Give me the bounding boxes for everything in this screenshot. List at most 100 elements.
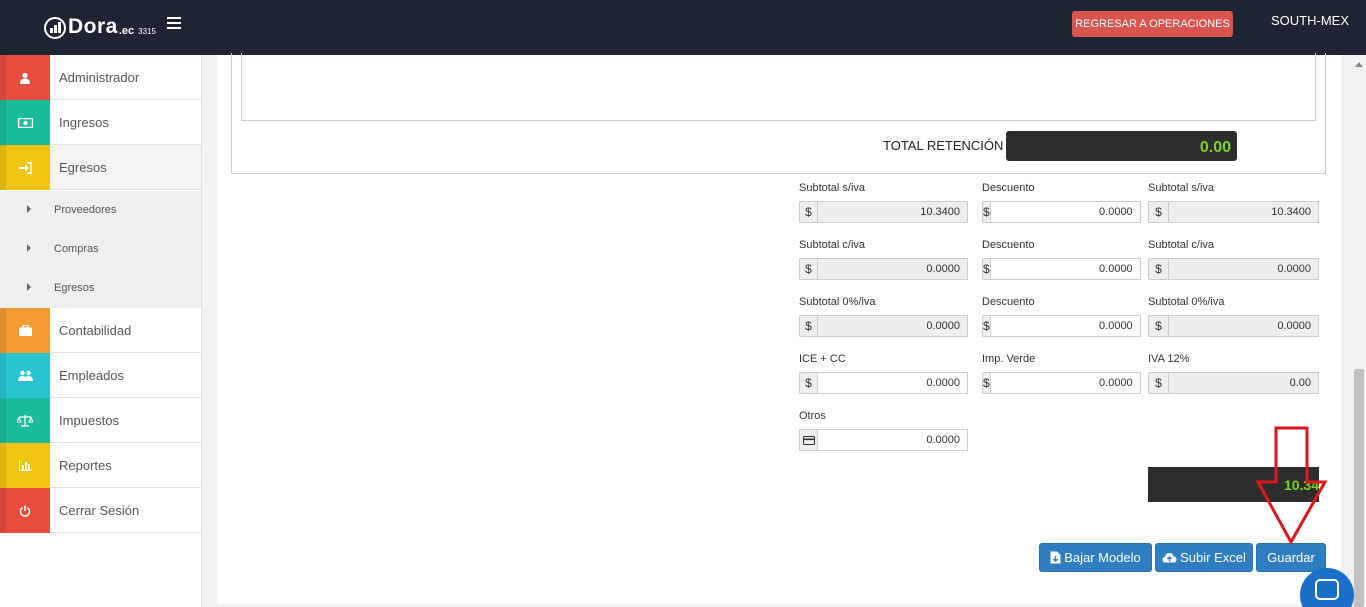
sidebar-item-administrador[interactable]: Administrador [0,55,201,100]
dollar-icon: $ [982,258,990,280]
dollar-icon: $ [1148,201,1168,223]
descuento-0iva-input[interactable] [989,315,1141,337]
sidebar-item-ingresos[interactable]: Ingresos [0,100,201,145]
descuento-civa-input[interactable] [989,258,1141,280]
logo-suffix: .ec [118,25,135,37]
scroll-up-arrow-icon[interactable] [1355,62,1363,67]
app-logo[interactable]: Dora .ec 3315 [44,15,156,39]
chat-widget-button[interactable] [1300,568,1354,607]
sidebar-item-reportes[interactable]: Reportes [0,443,201,488]
sidebar-item-label: Ingresos [59,115,109,130]
subtotal-civa-label: Subtotal c/iva [799,239,866,251]
sidebar: Administrador Ingresos Egresos Proveedor… [0,55,202,607]
submenu-item-label: Proveedores [54,204,117,216]
balance-scale-icon [0,398,50,443]
subtotal-civa-input[interactable] [817,258,968,280]
dollar-icon: $ [799,372,817,394]
subtotal-0iva-total-label: Subtotal 0%/iva [1148,296,1225,308]
ice-cc-field: $ [799,372,968,394]
total-retention-value: 0.00 [1006,131,1237,161]
subtotal-0iva-label: Subtotal 0%/iva [799,296,876,308]
upload-excel-label: Subir Excel [1180,550,1246,565]
submenu-item-label: Compras [54,243,99,255]
sidebar-item-egresos[interactable]: Egresos [0,145,201,190]
grand-total: 10.34 [1148,467,1319,502]
power-icon [0,488,50,533]
dollar-icon: $ [1148,315,1168,337]
briefcase-icon [0,308,50,353]
sidebar-item-cerrar-sesion[interactable]: Cerrar Sesión [0,488,201,533]
subtotal-civa-field: $ [799,258,968,280]
sidebar-item-label: Contabilidad [59,323,132,338]
subtotal-siva-label: Subtotal s/iva [799,182,866,194]
descuento-0iva-label: Descuento [982,296,1035,308]
retention-textarea[interactable] [241,53,1316,121]
subtotal-0iva-input[interactable] [817,315,968,337]
dollar-icon: $ [982,201,990,223]
dollar-icon: $ [799,258,817,280]
descuento-siva-label: Descuento [982,182,1035,194]
logo-name: Dora [68,15,118,38]
vertical-scrollbar[interactable] [1352,55,1366,607]
caret-right-icon [27,205,31,213]
subtotal-civa-total-field: $ [1148,258,1319,280]
submenu-item-compras[interactable]: Compras [0,230,201,269]
sidebar-item-impuestos[interactable]: Impuestos [0,398,201,443]
subtotal-siva-total-input[interactable] [1168,201,1319,223]
subtotal-0iva-total-field: $ [1148,315,1319,337]
subtotal-civa-total-label: Subtotal c/iva [1148,239,1215,251]
dollar-icon: $ [1148,372,1168,394]
descuento-civa-label: Descuento [982,239,1035,251]
cloud-upload-icon [1162,553,1177,563]
upload-excel-button[interactable]: Subir Excel [1155,543,1253,572]
download-model-label: Bajar Modelo [1064,550,1141,565]
subtotal-siva-total-label: Subtotal s/iva [1148,182,1215,194]
sidebar-item-label: Empleados [59,368,125,383]
sidebar-item-contabilidad[interactable]: Contabilidad [0,308,201,353]
caret-right-icon [27,283,31,291]
sidebar-item-label: Impuestos [59,413,119,428]
back-to-operations-button[interactable]: REGRESAR A OPERACIONES [1072,11,1233,37]
otros-label: Otros [799,410,826,422]
download-model-button[interactable]: Bajar Modelo [1039,543,1152,572]
sidebar-item-empleados[interactable]: Empleados [0,353,201,398]
dollar-icon: $ [982,372,990,394]
dollar-icon: $ [799,315,817,337]
submenu-item-egresos[interactable]: Egresos [0,269,201,308]
iva-input[interactable] [1168,372,1319,394]
retention-panel: TOTAL RETENCIÓN 0.00 [231,53,1326,174]
top-navbar: Dora .ec 3315 REGRESAR A OPERACIONES SOU… [0,0,1366,55]
subtotal-civa-total-input[interactable] [1168,258,1319,280]
subtotal-0iva-total-input[interactable] [1168,315,1319,337]
logo-number: 3315 [138,27,156,36]
otros-field [799,429,968,451]
sidebar-item-label: Administrador [59,70,140,85]
dollar-icon: $ [1148,258,1168,280]
descuento-0iva-field: $ [982,315,1141,337]
descuento-siva-field: $ [982,201,1141,223]
main-content: TOTAL RETENCIÓN 0.00 Subtotal s/iva $ De… [217,53,1341,604]
descuento-civa-field: $ [982,258,1141,280]
subtotal-siva-input[interactable] [817,201,968,223]
iva-field: $ [1148,372,1319,394]
subtotal-0iva-field: $ [799,315,968,337]
bar-chart-icon [0,443,50,488]
user-icon [0,55,50,100]
sign-in-icon [0,145,50,190]
company-name[interactable]: SOUTH-MEX [1271,13,1349,28]
sidebar-item-label: Cerrar Sesión [59,503,140,518]
scrollbar-thumb[interactable] [1354,369,1364,607]
ice-cc-input[interactable] [817,372,968,394]
imp-verde-input[interactable] [989,372,1141,394]
hamburger-menu-icon[interactable] [167,17,181,29]
descuento-siva-input[interactable] [989,201,1141,223]
ice-cc-label: ICE + CC [799,353,846,365]
otros-input[interactable] [817,429,968,451]
sidebar-item-label: Egresos [59,160,107,175]
file-download-icon [1050,551,1061,564]
dollar-icon: $ [982,315,990,337]
submenu-item-proveedores[interactable]: Proveedores [0,191,201,230]
submenu-item-label: Egresos [54,282,95,294]
chat-icon [1315,579,1339,600]
save-button[interactable]: Guardar [1256,543,1326,572]
